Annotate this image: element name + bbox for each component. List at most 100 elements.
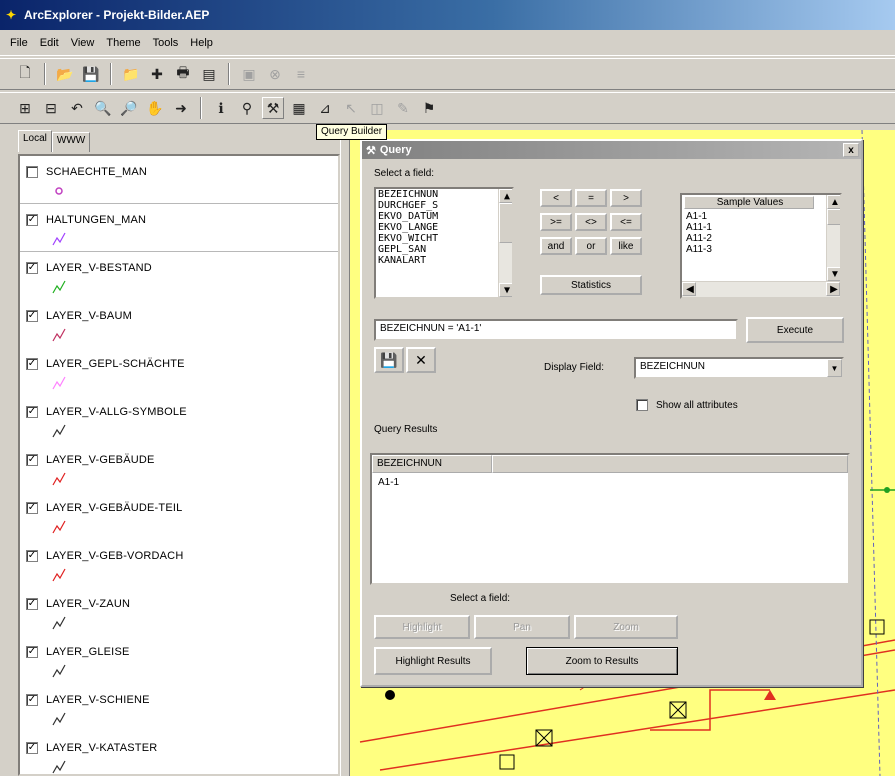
menu-tools[interactable]: Tools (153, 37, 179, 49)
execute-button[interactable]: Execute (746, 317, 844, 343)
print-icon[interactable]: 🖶 (172, 63, 194, 85)
query-results-table[interactable]: BEZEICHNUN A1-1 (370, 453, 850, 585)
scroll-thumb[interactable] (499, 203, 512, 243)
zoom-out-icon[interactable]: 🔎 (118, 97, 140, 119)
open-theme-icon[interactable]: 📁 (120, 63, 142, 85)
scroll-up-icon[interactable]: ▲ (827, 195, 840, 209)
scroll-up-icon[interactable]: ▲ (499, 189, 512, 203)
save-icon[interactable]: 💾 (80, 63, 102, 85)
zoom-active-layer-icon[interactable]: ⊟ (40, 97, 62, 119)
operator-not-equal-button[interactable]: <> (575, 213, 607, 231)
identify-icon[interactable]: ℹ (210, 97, 232, 119)
find-binoculars-icon[interactable]: ⚲ (236, 97, 258, 119)
show-all-attributes-checkbox[interactable] (636, 399, 648, 411)
display-field-select[interactable]: BEZEICHNUN ▼ (634, 357, 844, 379)
hotlink-icon[interactable]: ⚑ (418, 97, 440, 119)
sample-value-item[interactable]: A1-1 (684, 211, 840, 222)
field-list-item[interactable]: EKVO_WICHT (376, 233, 512, 244)
scroll-left-icon[interactable]: ◀ (682, 282, 696, 296)
field-list-item[interactable]: DURCHGEF_S (376, 200, 512, 211)
zoom-to-results-button[interactable]: Zoom to Results (526, 647, 678, 675)
tab-www[interactable]: WWW (51, 132, 91, 152)
chevron-down-icon[interactable]: ▼ (827, 359, 842, 377)
statistics-button[interactable]: Statistics (540, 275, 642, 295)
save-query-button[interactable]: 💾 (374, 347, 404, 373)
layer-item[interactable]: ✓ LAYER_V-SCHIENE (20, 684, 338, 732)
layer-item[interactable]: ✓ LAYER_V-BESTAND (20, 252, 338, 300)
layer-visibility-checkbox[interactable]: ✓ (26, 646, 38, 658)
layer-visibility-checkbox[interactable]: ✓ (26, 454, 38, 466)
layer-item[interactable]: ✓ LAYER_V-BAUM (20, 300, 338, 348)
layer-item[interactable]: ✓ LAYER_V-GEBÄUDE-TEIL (20, 492, 338, 540)
legend-icon[interactable]: ≡ (290, 63, 312, 85)
field-list-item[interactable]: EKVO_LANGE (376, 222, 512, 233)
menu-view[interactable]: View (71, 37, 95, 49)
sample-values-scrollbar[interactable]: ▲ ▼ (826, 195, 840, 281)
query-builder-icon[interactable]: ⚒ (262, 97, 284, 119)
menu-file[interactable]: File (10, 37, 28, 49)
sample-value-item[interactable]: A11-3 (684, 244, 840, 255)
field-list-item[interactable]: BEZEICHNUN (376, 189, 512, 200)
remove-theme-icon[interactable]: ⊗ (264, 63, 286, 85)
spatial-query-icon[interactable]: ▦ (288, 97, 310, 119)
close-button[interactable]: x (843, 143, 859, 157)
edit-icon[interactable]: ✎ (392, 97, 414, 119)
zoom-button[interactable]: Zoom (574, 615, 678, 639)
tab-local[interactable]: Local (18, 130, 52, 152)
query-expression-input[interactable]: BEZEICHNUN = 'A1-1' (374, 319, 738, 341)
operator-like-button[interactable]: like (610, 237, 642, 255)
scroll-thumb[interactable] (827, 209, 840, 225)
pan-hand-icon[interactable]: ✋ (144, 97, 166, 119)
layer-visibility-checkbox[interactable]: ✓ (26, 406, 38, 418)
results-column-header[interactable]: BEZEICHNUN (372, 455, 492, 473)
highlight-results-button[interactable]: Highlight Results (374, 647, 492, 675)
zoom-previous-icon[interactable]: ↶ (66, 97, 88, 119)
field-list-item[interactable]: KANALART (376, 255, 512, 266)
scroll-down-icon[interactable]: ▼ (827, 267, 840, 281)
pan-direction-icon[interactable]: ➜ (170, 97, 192, 119)
measure-icon[interactable]: ⊿ (314, 97, 336, 119)
menu-theme[interactable]: Theme (106, 37, 140, 49)
scroll-right-icon[interactable]: ▶ (826, 282, 840, 296)
layer-item[interactable]: ✓ LAYER_V-ZAUN (20, 588, 338, 636)
layer-item[interactable]: ✓ HALTUNGEN_MAN (20, 204, 338, 252)
layer-item[interactable]: ✓ LAYER_V-KATASTER (20, 732, 338, 774)
layer-item[interactable]: ✓ LAYER_GEPL-SCHÄCHTE (20, 348, 338, 396)
layer-visibility-checkbox[interactable]: ✓ (26, 742, 38, 754)
scroll-down-icon[interactable]: ▼ (499, 283, 512, 297)
operator-and-button[interactable]: and (540, 237, 572, 255)
new-file-icon[interactable]: 🗋 (14, 63, 36, 85)
layer-visibility-checkbox[interactable]: ✓ (26, 694, 38, 706)
open-folder-icon[interactable]: 📂 (54, 63, 76, 85)
operator-or-button[interactable]: or (575, 237, 607, 255)
layout-icon[interactable]: ▤ (198, 63, 220, 85)
layer-item[interactable]: ✓ LAYER_GLEISE (20, 636, 338, 684)
layer-visibility-checkbox[interactable]: ✓ (26, 550, 38, 562)
table-row[interactable]: A1-1 (372, 473, 848, 492)
zoom-in-icon[interactable]: 🔍 (92, 97, 114, 119)
operator-less-than-button[interactable]: < (540, 189, 572, 207)
operator-equals-button[interactable]: = (575, 189, 607, 207)
layer-item[interactable]: ✓ LAYER_V-ALLG-SYMBOLE (20, 396, 338, 444)
layer-item[interactable]: ✓ LAYER_V-GEB-VORDACH (20, 540, 338, 588)
layer-visibility-checkbox[interactable]: ✓ (26, 358, 38, 370)
pan-button[interactable]: Pan (474, 615, 570, 639)
layer-visibility-checkbox[interactable]: ✓ (26, 310, 38, 322)
select-icon[interactable]: ↖ (340, 97, 362, 119)
layer-item[interactable]: ✓ LAYER_V-GEBÄUDE (20, 444, 338, 492)
clear-selection-icon[interactable]: ◫ (366, 97, 388, 119)
layer-visibility-checkbox[interactable]: ✓ (26, 502, 38, 514)
field-list-scrollbar[interactable]: ▲ ▼ (498, 189, 512, 297)
layer-item[interactable]: SCHAECHTE_MAN (20, 156, 338, 204)
highlight-button[interactable]: Highlight (374, 615, 470, 639)
layer-visibility-checkbox[interactable]: ✓ (26, 214, 38, 226)
panel-splitter[interactable] (340, 130, 350, 776)
sample-values-hscrollbar[interactable]: ◀ ▶ (682, 281, 840, 297)
zoom-full-extent-icon[interactable]: ⊞ (14, 97, 36, 119)
field-list-item[interactable]: GEPL_SAN (376, 244, 512, 255)
layer-visibility-checkbox[interactable]: ✓ (26, 262, 38, 274)
layer-visibility-checkbox[interactable] (26, 166, 38, 178)
menu-edit[interactable]: Edit (40, 37, 59, 49)
sample-value-item[interactable]: A11-1 (684, 222, 840, 233)
operator-greater-equal-button[interactable]: >= (540, 213, 572, 231)
